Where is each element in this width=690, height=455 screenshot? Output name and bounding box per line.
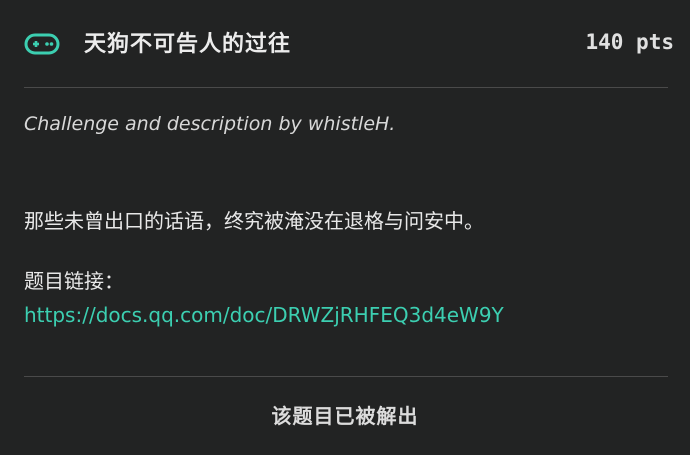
- gamepad-icon: [24, 33, 60, 55]
- challenge-title: 天狗不可告人的过往: [84, 32, 292, 57]
- challenge-byline: Challenge and description by whistleH.: [24, 113, 396, 135]
- challenge-header: 天狗不可告人的过往 140 pts: [0, 0, 690, 88]
- header-divider: [24, 87, 668, 88]
- challenge-card: 天狗不可告人的过往 140 pts Challenge and descript…: [0, 0, 690, 455]
- challenge-link[interactable]: https://docs.qq.com/doc/DRWZjRHFEQ3d4eW9…: [24, 303, 504, 327]
- challenge-points: 140 pts: [585, 30, 674, 54]
- solved-status: 该题目已被解出: [271, 404, 419, 428]
- challenge-description: 那些未曾出口的话语，终究被淹没在退格与问安中。: [24, 209, 484, 233]
- footer-divider: [24, 376, 668, 377]
- challenge-link-label: 题目链接：: [24, 269, 124, 293]
